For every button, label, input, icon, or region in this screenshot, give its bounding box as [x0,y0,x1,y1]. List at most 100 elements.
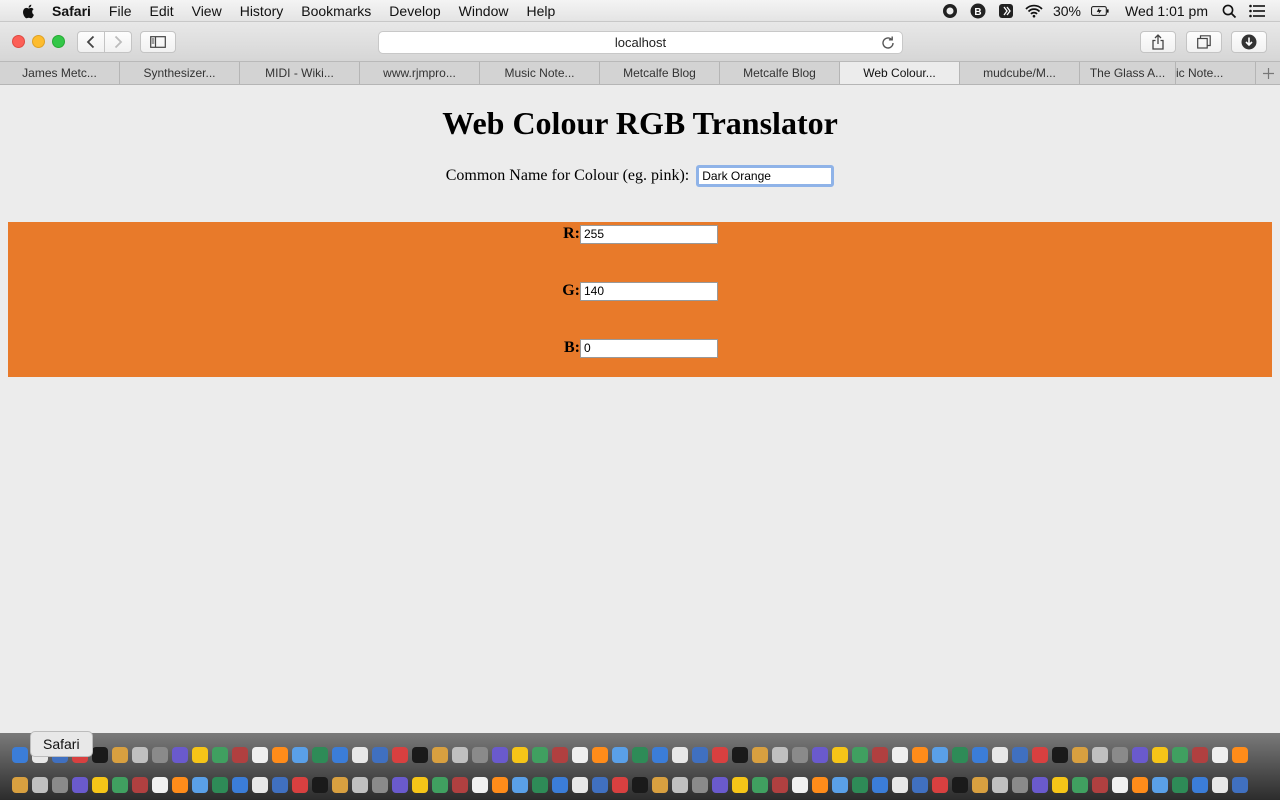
tab-web-colour[interactable]: Web Colour... [840,62,960,84]
share-button[interactable] [1140,31,1176,53]
dock-app-icon[interactable] [812,777,828,793]
menu-edit[interactable]: Edit [149,3,173,19]
dock-app-icon[interactable] [852,777,868,793]
dock-app-icon[interactable] [212,777,228,793]
dock-app-icon[interactable] [412,747,428,763]
zoom-window-button[interactable] [52,35,65,48]
dock-app-icon[interactable] [152,747,168,763]
dock-app-icon[interactable] [812,747,828,763]
dock-app-icon[interactable] [532,777,548,793]
dock-app-icon[interactable] [752,747,768,763]
dock-app-icon[interactable] [312,777,328,793]
dock-app-icon[interactable] [112,777,128,793]
sidebar-toggle-button[interactable] [140,31,176,53]
dock-app-icon[interactable] [1152,747,1168,763]
red-value-input[interactable] [580,224,718,244]
blue-value-input[interactable] [580,338,718,358]
menu-develop[interactable]: Develop [389,3,440,19]
dock-app-icon[interactable] [272,777,288,793]
dock-app-icon[interactable] [92,747,108,763]
dock-app-icon[interactable] [12,777,28,793]
dock-app-icon[interactable] [992,777,1008,793]
dock-app-icon[interactable] [1012,747,1028,763]
tab-metcalfe-blog-1[interactable]: Metcalfe Blog [600,62,720,84]
menu-view[interactable]: View [192,3,222,19]
dock-app-icon[interactable] [272,747,288,763]
colour-name-input[interactable] [696,165,835,187]
dock-app-icon[interactable] [1072,777,1088,793]
dock-app-icon[interactable] [1172,747,1188,763]
dock-app-icon[interactable] [1032,777,1048,793]
dock-app-icon[interactable] [1112,777,1128,793]
dock-app-icon[interactable] [932,747,948,763]
dock-app-icon[interactable] [1172,777,1188,793]
dock-app-icon[interactable] [872,747,888,763]
dock-app-icon[interactable] [432,777,448,793]
menu-history[interactable]: History [240,3,284,19]
dock-app-icon[interactable] [832,777,848,793]
dock-app-icon[interactable] [252,777,268,793]
dock-app-icon[interactable] [212,747,228,763]
dock-app-icon[interactable] [1152,777,1168,793]
apple-menu-icon[interactable] [20,2,38,20]
dock-app-icon[interactable] [1092,747,1108,763]
dock-app-icon[interactable] [452,777,468,793]
menu-bookmarks[interactable]: Bookmarks [301,3,371,19]
dock-app-icon[interactable] [952,777,968,793]
dock-app-icon[interactable] [1072,747,1088,763]
dock-app-icon[interactable] [392,777,408,793]
dock-app-icon[interactable] [1232,747,1248,763]
dock-app-icon[interactable] [412,777,428,793]
dock-app-icon[interactable] [632,777,648,793]
tab-midi-wiki[interactable]: MIDI - Wiki... [240,62,360,84]
notification-center-icon[interactable] [1248,2,1266,20]
dock-app-icon[interactable] [1052,747,1068,763]
dock-app-icon[interactable] [932,777,948,793]
dock-app-icon[interactable] [592,747,608,763]
dock-app-icon[interactable] [832,747,848,763]
dock-app-icon[interactable] [512,747,528,763]
dock-app-icon[interactable] [312,747,328,763]
dock-app-icon[interactable] [572,747,588,763]
tab-music-notes[interactable]: Music Note... [480,62,600,84]
dock-app-icon[interactable] [612,777,628,793]
dock-app-icon[interactable] [1212,777,1228,793]
status-circle-icon[interactable] [941,2,959,20]
dock-app-icon[interactable] [332,777,348,793]
tab-mudcube[interactable]: mudcube/M... [960,62,1080,84]
dock-app-icon[interactable] [772,747,788,763]
menu-help[interactable]: Help [526,3,555,19]
dock-app-icon[interactable] [372,777,388,793]
reload-icon[interactable] [880,35,896,51]
battery-charging-icon[interactable] [1091,2,1109,20]
dock-app-icon[interactable] [652,777,668,793]
dock-app-icon[interactable] [292,777,308,793]
dock-app-icon[interactable] [1052,777,1068,793]
dock-app-icon[interactable] [52,777,68,793]
menu-safari[interactable]: Safari [52,3,91,19]
dock-app-icon[interactable] [372,747,388,763]
dock-app-icon[interactable] [632,747,648,763]
dock-app-icon[interactable] [1112,747,1128,763]
dock-app-icon[interactable] [1192,747,1208,763]
dock-app-icon[interactable] [692,747,708,763]
menu-file[interactable]: File [109,3,132,19]
address-bar[interactable]: localhost [378,31,903,54]
dock-app-icon[interactable] [92,777,108,793]
dock-app-icon[interactable] [472,747,488,763]
dock-app-icon[interactable] [172,747,188,763]
clock[interactable]: Wed 1:01 pm [1125,3,1208,19]
dock-app-icon[interactable] [392,747,408,763]
dock-app-icon[interactable] [252,747,268,763]
dock-app-icon[interactable] [852,747,868,763]
dock-app-icon[interactable] [992,747,1008,763]
downloads-button[interactable] [1231,31,1267,53]
dock-app-icon[interactable] [892,777,908,793]
spotlight-search-icon[interactable] [1220,2,1238,20]
dock-app-icon[interactable] [732,747,748,763]
dock-app-icon[interactable] [732,777,748,793]
dock-app-icon[interactable] [512,777,528,793]
dock-app-icon[interactable] [1132,747,1148,763]
dock-app-icon[interactable] [1032,747,1048,763]
dock-app-icon[interactable] [552,777,568,793]
